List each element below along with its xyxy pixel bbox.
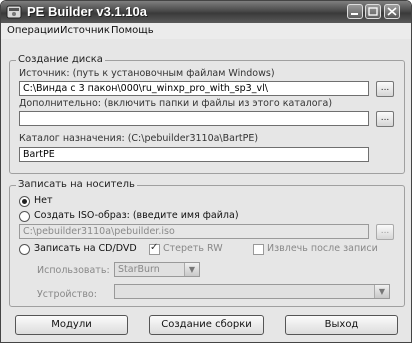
window-title: PE Builder v3.1.10a: [27, 4, 147, 19]
modules-button[interactable]: Модули: [15, 315, 128, 335]
menu-help[interactable]: Помощь: [111, 25, 154, 36]
chevron-down-icon: ▼: [374, 285, 389, 298]
eject-after-checkbox[interactable]: [253, 244, 264, 255]
create-disk-legend: Создание диска: [16, 54, 105, 65]
additional-label: Дополнительно: (включить папки и файлы и…: [19, 98, 333, 109]
minimize-button[interactable]: [347, 4, 363, 19]
maximize-icon: [368, 7, 378, 16]
source-path-input[interactable]: C:\Винда с 3 пакон\000\ru_winxp_pro_with…: [19, 81, 369, 96]
menu-source[interactable]: Источник: [60, 25, 110, 36]
chevron-down-icon: ▼: [184, 263, 199, 276]
iso-browse-button[interactable]: ...: [376, 224, 394, 240]
maximize-button[interactable]: [365, 4, 381, 19]
device-label: Устройство:: [37, 289, 97, 300]
close-icon: [387, 7, 397, 16]
title-bar[interactable]: PE Builder v3.1.10a: [1, 1, 411, 23]
iso-path-input[interactable]: C:\pebuilder3110a\pebuilder.iso: [19, 224, 369, 239]
minimize-icon: [351, 13, 358, 15]
use-label: Использовать:: [37, 265, 110, 276]
radio-iso-label: Создать ISO-образ: (введите имя файла): [34, 210, 239, 221]
pe-builder-window: PE Builder v3.1.10a Операции Источник По…: [0, 0, 412, 343]
source-label: Источник: (путь к установочным файлам Wi…: [19, 68, 275, 79]
additional-path-input[interactable]: [19, 111, 369, 126]
output-label: Каталог назначения: (C:\pebuilder3110a\B…: [19, 133, 259, 144]
media-legend: Записать на носитель: [16, 179, 137, 190]
erase-rw-checkbox[interactable]: [149, 242, 160, 255]
burner-select[interactable]: StarBurn ▼: [114, 262, 200, 277]
menu-operations[interactable]: Операции: [7, 25, 60, 36]
radio-none[interactable]: [19, 196, 30, 207]
radio-none-label: Нет: [34, 195, 53, 206]
build-button[interactable]: Создание сборки: [149, 315, 264, 335]
menu-bar: Операции Источник Помощь: [1, 23, 411, 39]
device-select[interactable]: ▼: [114, 284, 390, 299]
burner-select-value: StarBurn: [118, 264, 160, 275]
radio-iso[interactable]: [19, 211, 30, 222]
app-icon: [6, 5, 22, 19]
erase-rw-label: Стереть RW: [163, 243, 223, 254]
exit-button[interactable]: Выход: [285, 315, 398, 335]
output-dir-input[interactable]: BartPE: [19, 147, 369, 162]
radio-burn-cd-label: Записать на CD/DVD: [34, 243, 137, 254]
eject-after-label: Извлечь после записи: [267, 243, 378, 254]
source-browse-button[interactable]: ...: [376, 81, 394, 97]
radio-burn-cd[interactable]: [19, 244, 30, 255]
close-button[interactable]: [384, 4, 400, 19]
additional-browse-button[interactable]: ...: [376, 111, 394, 127]
